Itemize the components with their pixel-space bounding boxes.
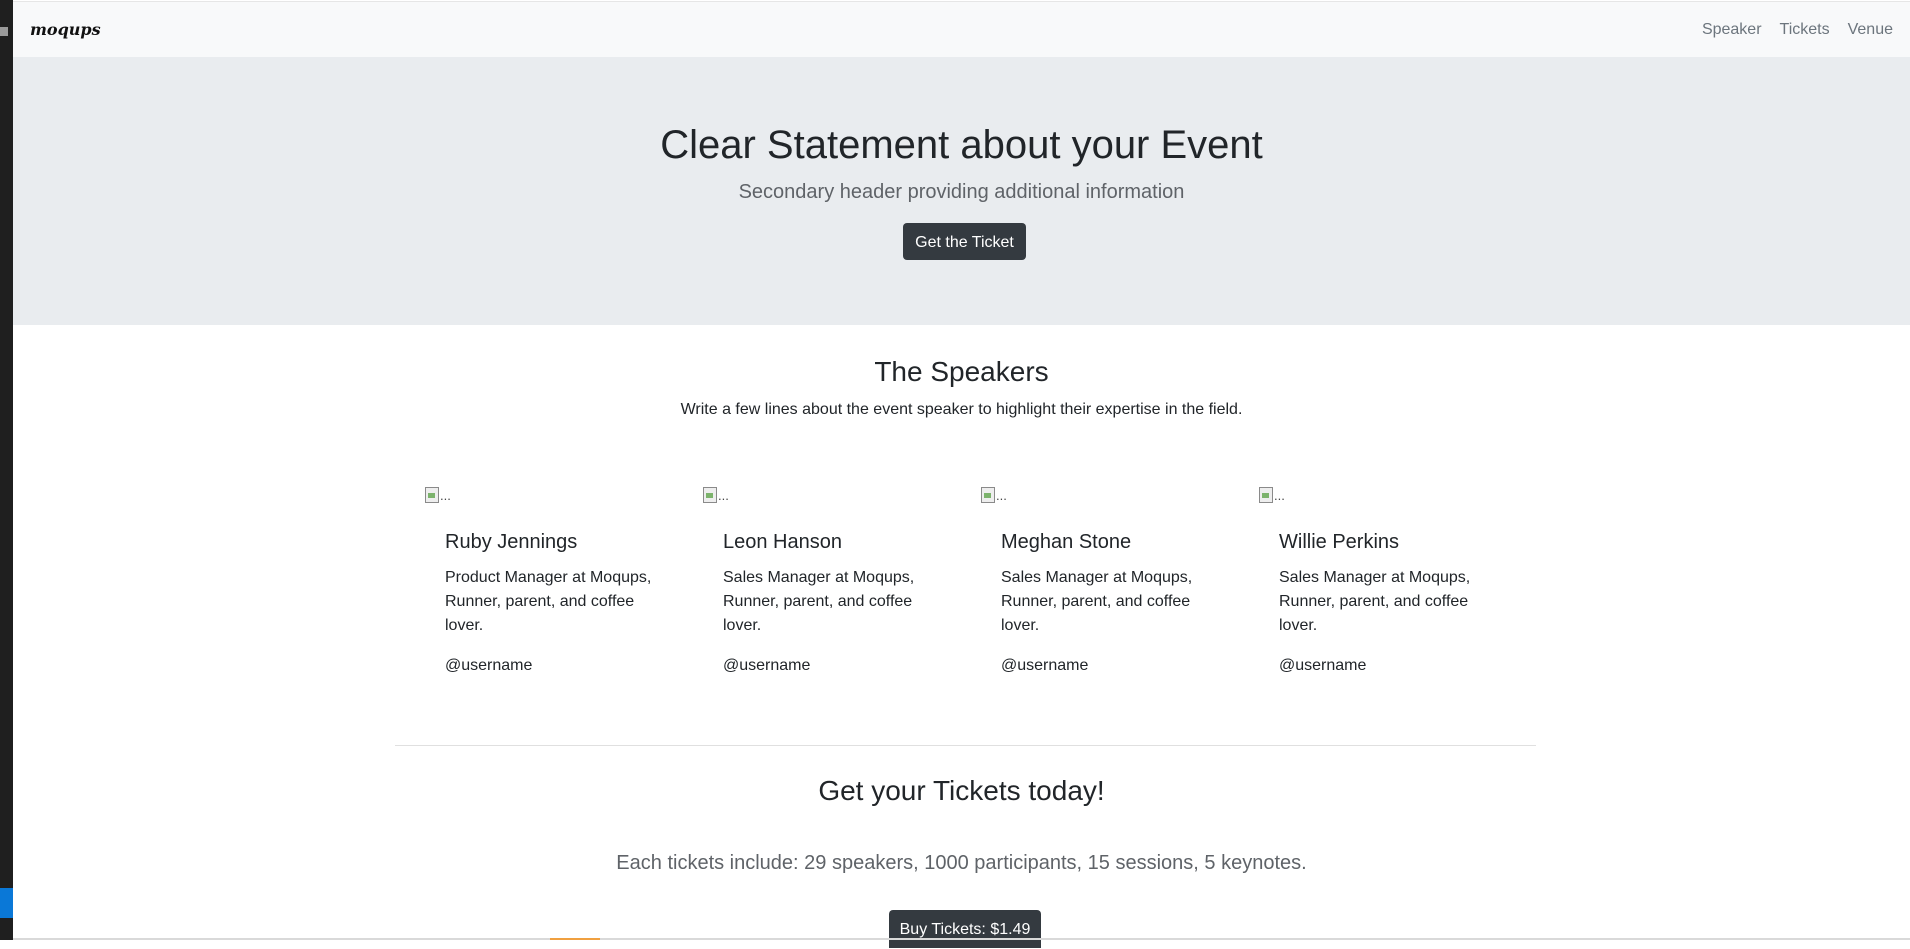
speaker-card: ... Meghan Stone Sales Manager at Moqups…: [981, 486, 1259, 686]
speaker-username: @username: [1279, 657, 1367, 674]
buy-tickets-button[interactable]: Buy Tickets: $1.49: [889, 910, 1041, 948]
get-ticket-button[interactable]: Get the Ticket: [903, 223, 1026, 260]
broken-image-icon: [703, 487, 717, 503]
speaker-description: Product Manager at Moqups, Runner, paren…: [445, 569, 652, 634]
image-alt-text: ...: [718, 487, 729, 503]
image-alt-text: ...: [440, 487, 451, 503]
speaker-card: ... Willie Perkins Sales Manager at Moqu…: [1259, 486, 1537, 686]
speaker-image: ...: [703, 486, 731, 504]
speaker-image: ...: [425, 486, 453, 504]
nav-link-speaker[interactable]: Speaker: [1702, 21, 1762, 39]
speaker-username: @username: [1001, 657, 1089, 674]
speaker-card: ... Leon Hanson Sales Manager at Moqups,…: [703, 486, 981, 686]
hero-title: Clear Statement about your Event: [660, 123, 1263, 167]
edge-blue-indicator: [0, 888, 13, 918]
speaker-description: Sales Manager at Moqups, Runner, parent,…: [1279, 569, 1471, 634]
speaker-name: Meghan Stone: [1001, 531, 1132, 553]
speaker-name: Leon Hanson: [723, 531, 842, 553]
tickets-title: Get your Tickets today!: [818, 775, 1105, 806]
speakers-subtitle: Write a few lines about the event speake…: [680, 401, 1243, 418]
speaker-description: Sales Manager at Moqups, Runner, parent,…: [1001, 569, 1193, 634]
edge-marker: [0, 27, 8, 36]
hero-subtitle: Secondary header providing additional in…: [738, 181, 1185, 203]
tickets-subtitle: Each tickets include: 29 speakers, 1000 …: [616, 852, 1307, 874]
speaker-image: ...: [1259, 486, 1287, 504]
nav-link-venue[interactable]: Venue: [1848, 21, 1893, 39]
speaker-cards: ... Ruby Jennings Product Manager at Moq…: [425, 486, 1545, 686]
image-alt-text: ...: [1274, 487, 1285, 503]
speaker-name: Willie Perkins: [1279, 531, 1400, 553]
left-window-edge: [0, 0, 13, 940]
broken-image-icon: [1259, 487, 1273, 503]
navbar: moqups Speaker Tickets Venue: [13, 1, 1910, 58]
broken-image-icon: [981, 487, 995, 503]
broken-image-icon: [425, 487, 439, 503]
speakers-title: The Speakers: [874, 356, 1049, 387]
page: moqups Speaker Tickets Venue Clear State…: [13, 0, 1910, 948]
speaker-name: Ruby Jennings: [445, 531, 578, 553]
speaker-username: @username: [445, 657, 533, 674]
speaker-description: Sales Manager at Moqups, Runner, parent,…: [723, 569, 915, 634]
hero-section: Clear Statement about your Event Seconda…: [13, 57, 1910, 325]
speaker-card: ... Ruby Jennings Product Manager at Moq…: [425, 486, 703, 686]
image-alt-text: ...: [996, 487, 1007, 503]
speaker-image: ...: [981, 486, 1009, 504]
brand-logo[interactable]: moqups: [30, 20, 101, 39]
nav-link-tickets[interactable]: Tickets: [1780, 21, 1830, 39]
nav-links: Speaker Tickets Venue: [1702, 21, 1893, 39]
section-divider: [395, 745, 1536, 746]
speaker-username: @username: [723, 657, 811, 674]
